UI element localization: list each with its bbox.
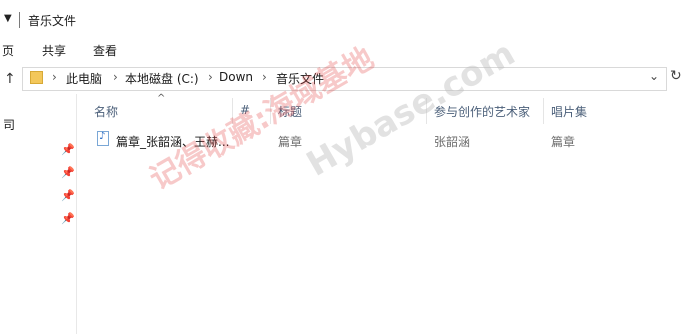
folder-icon [30, 71, 43, 84]
chevron-right-icon[interactable]: › [52, 70, 57, 84]
chevron-right-icon[interactable]: › [113, 70, 118, 84]
file-title-cell: 篇章 [278, 135, 303, 149]
column-separator[interactable] [543, 98, 544, 124]
nav-pane-divider[interactable] [76, 94, 77, 334]
title-bar [0, 0, 693, 38]
chevron-right-icon[interactable]: › [262, 70, 267, 84]
pin-icon[interactable]: 📌 [61, 143, 75, 156]
column-header-name[interactable]: 名称 [94, 103, 118, 120]
tab-share[interactable]: 共享 [42, 42, 66, 59]
window-title: 音乐文件 [28, 14, 77, 28]
quick-access-dropdown-icon[interactable]: ▼ [4, 13, 12, 24]
nav-item-label[interactable]: 司 [3, 116, 15, 133]
breadcrumb-local-disk[interactable]: 本地磁盘 (C:) [125, 70, 199, 87]
pin-icon[interactable]: 📌 [61, 189, 75, 202]
title-separator [19, 12, 20, 28]
music-note-icon: ♪ [99, 131, 106, 142]
pin-icon[interactable]: 📌 [61, 212, 75, 225]
sort-ascending-icon: ^ [157, 93, 166, 104]
file-album-cell: 篇章 [551, 135, 576, 149]
up-arrow-icon[interactable]: ↑ [4, 71, 16, 87]
chevron-down-icon[interactable]: ⌄ [649, 69, 659, 83]
refresh-icon[interactable]: ↻ [670, 68, 682, 84]
column-header-album[interactable]: 唱片集 [551, 103, 587, 120]
chevron-right-icon[interactable]: › [208, 70, 213, 84]
breadcrumb-down[interactable]: Down [219, 70, 253, 84]
breadcrumb-this-pc[interactable]: 此电脑 [66, 70, 102, 87]
file-artist-cell: 张韶涵 [434, 135, 471, 149]
tab-page[interactable]: 页 [2, 42, 14, 59]
tab-view[interactable]: 查看 [93, 42, 117, 59]
pin-icon[interactable]: 📌 [61, 166, 75, 179]
